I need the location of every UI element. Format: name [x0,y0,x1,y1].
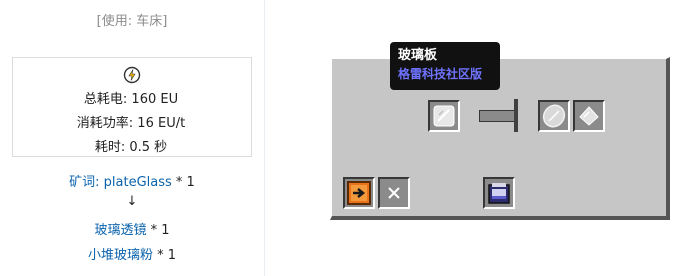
output-multiplier: * 1 [152,248,177,263]
auto-output-icon [347,181,371,205]
battery-slot-icon [488,183,510,204]
input-slot[interactable] [428,100,460,132]
arrow-down-icon: ↓ [126,194,138,209]
lightning-bolt-icon [123,66,141,84]
battery-slot[interactable] [483,177,515,209]
power-stat: 消耗功率: 16 EU/t [76,116,186,131]
progress-arrow-tip [514,99,518,132]
output-slot-1[interactable] [538,100,570,132]
output-link-glass-dust[interactable]: 小堆玻璃粉 [88,248,153,263]
item-tooltip: 玻璃板 格雷科技社区版 [390,42,500,90]
glass-lens-icon [542,104,566,128]
time-stat: 耗时: 0.5 秒 [94,140,168,155]
output-link-glass-lens[interactable]: 玻璃透镜 [94,223,146,238]
tooltip-mod-name: 格雷科技社区版 [398,67,483,81]
item-input-toggle[interactable] [378,177,410,209]
output-entry[interactable]: 小堆玻璃粉 * 1 [0,244,264,263]
progress-bar [479,110,517,122]
ore-dict-entry[interactable]: 矿词: plateGlass * 1 [0,171,264,190]
glass-dust-icon [579,106,599,126]
ore-dict-link[interactable]: 矿词: plateGlass [69,175,172,190]
tooltip-item-name: 玻璃板 [398,48,438,63]
auto-output-toggle[interactable] [343,177,375,209]
output-entry[interactable]: 玻璃透镜 * 1 [0,219,264,238]
output-slot-2[interactable] [573,100,605,132]
total-energy-stat: 总耗电: 160 EU [83,92,179,107]
glass-plate-icon [433,105,455,127]
output-multiplier: * 1 [146,223,170,238]
ore-dict-multiplier: * 1 [171,175,195,190]
usage-title: [使用: 车床] [96,14,168,29]
disabled-x-icon [388,187,400,199]
